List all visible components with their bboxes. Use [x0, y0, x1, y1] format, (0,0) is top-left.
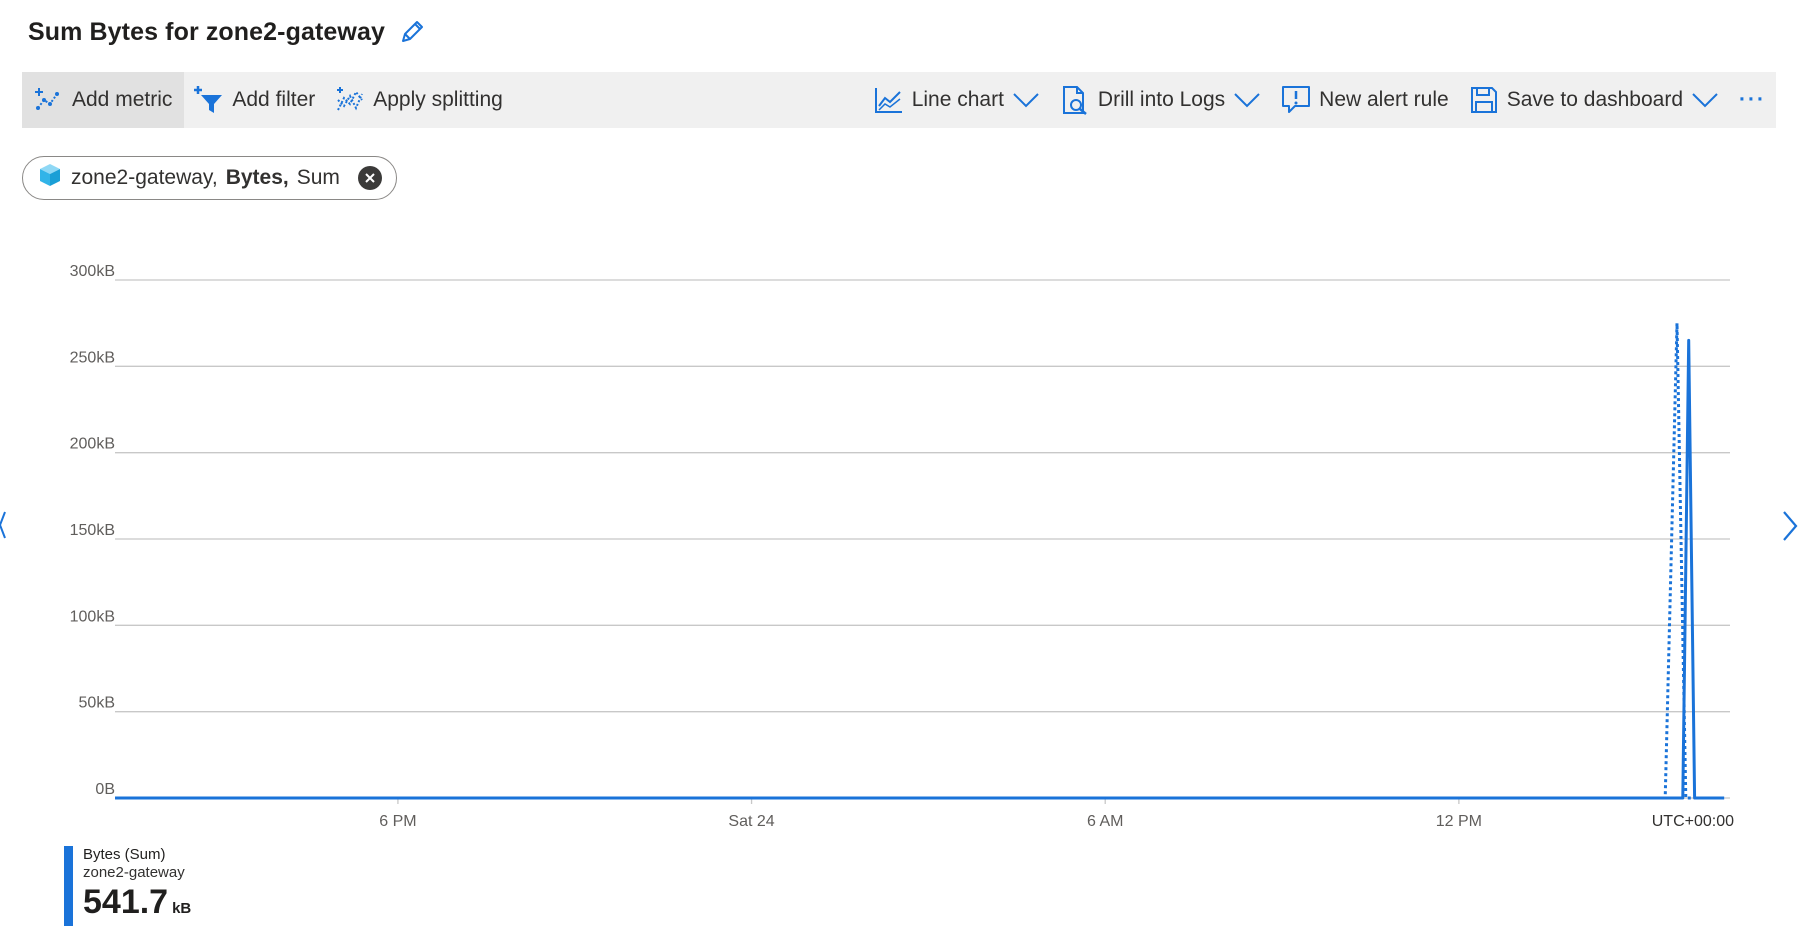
legend-color-swatch — [64, 846, 73, 926]
chevron-down-icon — [1233, 90, 1261, 110]
scroll-right-arrow-icon[interactable] — [1782, 510, 1798, 547]
legend-value-unit: kB — [172, 900, 192, 917]
line-chart-icon — [874, 85, 904, 115]
chart-title: Sum Bytes for zone2-gateway — [28, 17, 385, 46]
add-metric-label: Add metric — [72, 88, 173, 111]
metric-pill[interactable]: zone2-gateway, Bytes, Sum — [22, 156, 397, 200]
y-tick-label: 300kB — [70, 263, 115, 280]
resource-cube-icon — [37, 162, 63, 194]
add-metric-button[interactable]: Add metric — [22, 72, 185, 128]
chevron-down-icon — [1691, 90, 1719, 110]
pill-resource: zone2-gateway, — [71, 166, 218, 189]
add-filter-button[interactable]: Add filter — [184, 72, 325, 128]
title-row: Sum Bytes for zone2-gateway — [28, 14, 427, 50]
chevron-down-icon — [1012, 90, 1040, 110]
chart-legend[interactable]: Bytes (Sum) zone2-gateway 541.7 kB — [64, 846, 191, 926]
bytes-sum-series-line — [115, 338, 1725, 800]
save-to-dashboard-label: Save to dashboard — [1506, 88, 1684, 111]
add-filter-label: Add filter — [232, 88, 316, 111]
y-tick-label: 200kB — [70, 436, 115, 453]
apply-splitting-label: Apply splitting — [373, 88, 503, 111]
legend-text: Bytes (Sum) zone2-gateway 541.7 kB — [83, 846, 191, 926]
x-tick-label: 6 AM — [1087, 813, 1123, 830]
y-tick-label: 250kB — [70, 349, 115, 366]
save-icon — [1469, 85, 1499, 115]
x-tick-label: 12 PM — [1436, 813, 1482, 830]
y-tick-label: 150kB — [70, 522, 115, 539]
legend-value: 541.7 kB — [83, 882, 191, 929]
timezone-label: UTC+00:00 — [1652, 813, 1734, 830]
add-filter-icon — [194, 85, 224, 115]
legend-metric: Bytes (Sum) — [83, 846, 166, 863]
line-chart-dropdown[interactable]: Line chart — [864, 72, 1050, 128]
more-options-button[interactable]: ··· — [1729, 72, 1776, 128]
save-to-dashboard-dropdown[interactable]: Save to dashboard — [1459, 72, 1729, 128]
pill-aggregation: Sum — [296, 166, 340, 189]
close-icon[interactable] — [357, 166, 382, 190]
apply-splitting-icon — [335, 85, 365, 115]
apply-splitting-button[interactable]: Apply splitting — [325, 72, 513, 128]
y-tick-label: 0B — [95, 781, 115, 798]
legend-value-number: 541.7 — [83, 883, 169, 921]
x-tick-label: Sat 24 — [728, 813, 774, 830]
line-chart: 0B 50kB 100kB 150kB 200kB 250kB 300kB 6 PM Sat 2… — [70, 263, 1734, 830]
new-alert-rule-button[interactable]: New alert rule — [1271, 72, 1459, 128]
alert-icon — [1281, 85, 1311, 115]
line-chart-label: Line chart — [911, 88, 1004, 111]
new-alert-rule-label: New alert rule — [1319, 88, 1449, 111]
more-options-icon: ··· — [1739, 88, 1766, 111]
y-tick-label: 50kB — [79, 695, 115, 712]
comparison-series-line — [115, 321, 1725, 800]
edit-title-icon[interactable] — [397, 17, 427, 47]
drill-into-logs-label: Drill into Logs — [1097, 88, 1226, 111]
toolbar: Add metric Add filter Apply splitting Li… — [22, 72, 1776, 128]
add-metric-icon — [34, 85, 64, 115]
pill-metric: Bytes, — [225, 166, 289, 189]
y-tick-label: 100kB — [70, 608, 115, 625]
logs-icon — [1060, 85, 1090, 115]
drill-into-logs-dropdown[interactable]: Drill into Logs — [1050, 72, 1271, 128]
legend-resource: zone2-gateway — [83, 864, 185, 881]
x-tick-label: 6 PM — [379, 813, 416, 830]
